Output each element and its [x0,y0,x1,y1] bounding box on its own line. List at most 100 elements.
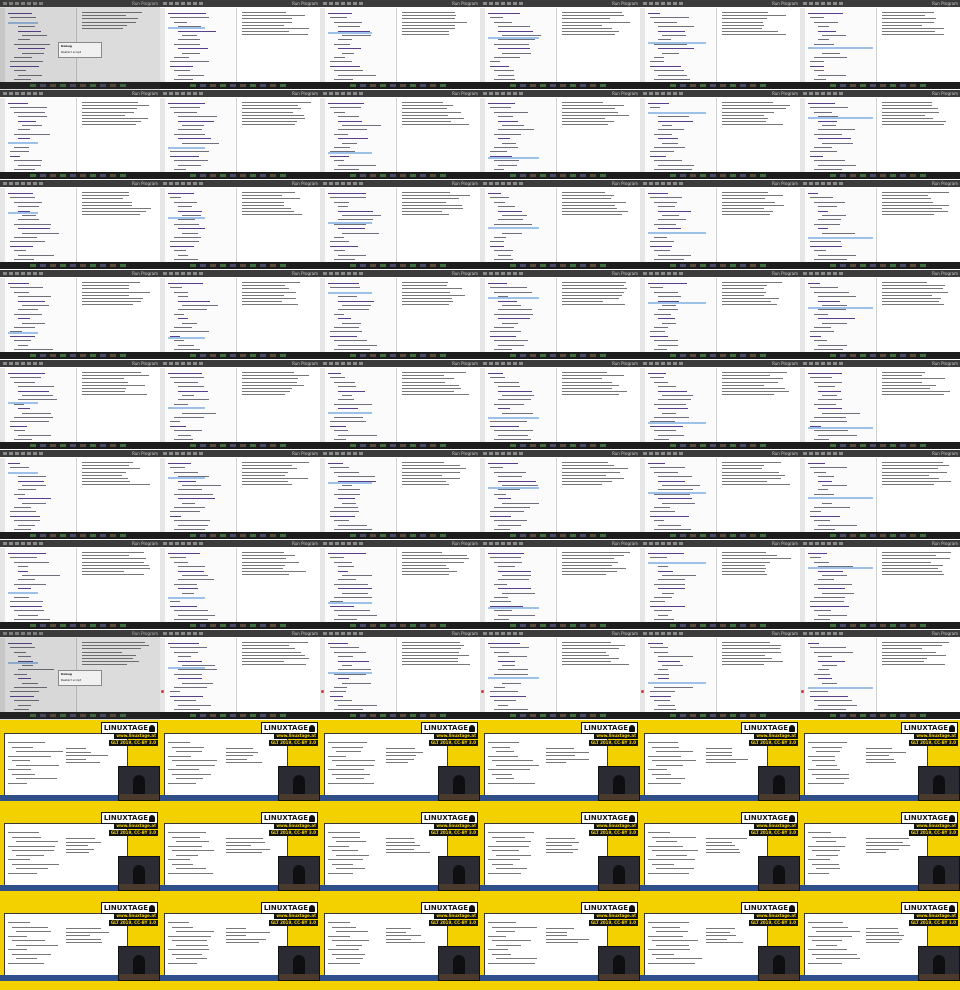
taskbar-app-icon[interactable] [830,714,836,717]
taskbar-app-icon[interactable] [430,714,436,717]
taskbar-app-icon[interactable] [190,174,196,177]
step-icon[interactable] [809,362,813,365]
taskbar-app-icon[interactable] [200,534,206,537]
pane-divider[interactable] [876,548,877,622]
stop-icon[interactable] [175,182,179,185]
save-icon[interactable] [821,92,825,95]
step-icon[interactable] [359,632,363,635]
run-program-button[interactable]: Run Program [772,630,798,637]
taskbar-app-icon[interactable] [90,264,96,267]
stop-icon[interactable] [655,2,659,5]
pane-divider[interactable] [556,278,557,352]
taskbar-app-icon[interactable] [910,174,916,177]
taskbar-app-icon[interactable] [700,444,706,447]
taskbar-app-icon[interactable] [210,354,216,357]
stop-icon[interactable] [335,632,339,635]
run-program-button[interactable]: Run Program [772,270,798,277]
step-icon[interactable] [329,2,333,5]
taskbar-app-icon[interactable] [830,84,836,87]
taskbar-app-icon[interactable] [260,354,266,357]
taskbar-app-icon[interactable] [510,534,516,537]
taskbar-app-icon[interactable] [900,444,906,447]
run-program-button[interactable]: Run Program [932,180,958,187]
run-icon[interactable] [33,362,37,365]
save-icon[interactable] [501,2,505,5]
video-frame[interactable]: Run Program [480,180,640,270]
breakpoint-icon[interactable] [801,690,804,693]
open-icon[interactable] [187,272,191,275]
taskbar-app-icon[interactable] [60,264,66,267]
taskbar-app-icon[interactable] [230,714,236,717]
step-icon[interactable] [679,92,683,95]
open-icon[interactable] [507,2,511,5]
run-icon[interactable] [323,632,327,635]
save-icon[interactable] [501,272,505,275]
taskbar-app-icon[interactable] [60,624,66,627]
taskbar-app-icon[interactable] [70,444,76,447]
taskbar-app-icon[interactable] [520,84,526,87]
video-frame[interactable]: Run Program [320,540,480,630]
taskbar-app-icon[interactable] [850,534,856,537]
taskbar-app-icon[interactable] [200,714,206,717]
run-program-button[interactable]: Run Program [772,450,798,457]
taskbar-app-icon[interactable] [270,444,276,447]
taskbar-app-icon[interactable] [50,264,56,267]
taskbar-app-icon[interactable] [840,84,846,87]
taskbar-app-icon[interactable] [210,264,216,267]
taskbar-app-icon[interactable] [200,174,206,177]
video-frame[interactable]: Run Program [160,540,320,630]
taskbar-app-icon[interactable] [100,534,106,537]
stop-icon[interactable] [655,362,659,365]
run-program-button[interactable]: Run Program [132,540,158,547]
taskbar-app-icon[interactable] [70,624,76,627]
taskbar-app-icon[interactable] [50,174,56,177]
pane-divider[interactable] [876,8,877,82]
taskbar-app-icon[interactable] [370,84,376,87]
taskbar-app-icon[interactable] [560,444,566,447]
taskbar-app-icon[interactable] [220,264,226,267]
step-icon[interactable] [519,542,523,545]
taskbar-app-icon[interactable] [380,714,386,717]
save-icon[interactable] [501,92,505,95]
taskbar-app-icon[interactable] [220,714,226,717]
open-icon[interactable] [827,362,831,365]
taskbar-app-icon[interactable] [520,714,526,717]
pane-divider[interactable] [236,458,237,532]
open-icon[interactable] [507,362,511,365]
taskbar-app-icon[interactable] [860,354,866,357]
open-icon[interactable] [347,542,351,545]
run-icon[interactable] [353,182,357,185]
taskbar-app-icon[interactable] [270,534,276,537]
video-frame[interactable]: Run Program [480,0,640,90]
taskbar-app-icon[interactable] [840,444,846,447]
taskbar-app-icon[interactable] [50,534,56,537]
run-icon[interactable] [803,632,807,635]
taskbar-app-icon[interactable] [90,534,96,537]
save-icon[interactable] [181,542,185,545]
taskbar-app-icon[interactable] [400,444,406,447]
video-frame[interactable]: LINUXTAGE www.linuxtage.at GLT 2019, CC-BY… [320,810,480,900]
save-icon[interactable] [501,182,505,185]
taskbar-app-icon[interactable] [690,354,696,357]
taskbar-app-icon[interactable] [100,624,106,627]
video-frame[interactable]: Run Program [800,630,960,720]
taskbar-app-icon[interactable] [270,264,276,267]
taskbar-app-icon[interactable] [190,264,196,267]
taskbar-app-icon[interactable] [370,264,376,267]
open-icon[interactable] [347,92,351,95]
video-frame[interactable]: Run Program [640,630,800,720]
taskbar-app-icon[interactable] [870,714,876,717]
run-icon[interactable] [643,92,647,95]
taskbar-app-icon[interactable] [750,264,756,267]
step-icon[interactable] [809,182,813,185]
run-program-button[interactable]: Run Program [772,360,798,367]
taskbar-app-icon[interactable] [520,174,526,177]
taskbar-app-icon[interactable] [890,84,896,87]
step-icon[interactable] [39,272,43,275]
pane-divider[interactable] [396,368,397,442]
stop-icon[interactable] [15,452,19,455]
step-icon[interactable] [809,92,813,95]
open-icon[interactable] [667,92,671,95]
taskbar-app-icon[interactable] [920,624,926,627]
taskbar-app-icon[interactable] [700,714,706,717]
